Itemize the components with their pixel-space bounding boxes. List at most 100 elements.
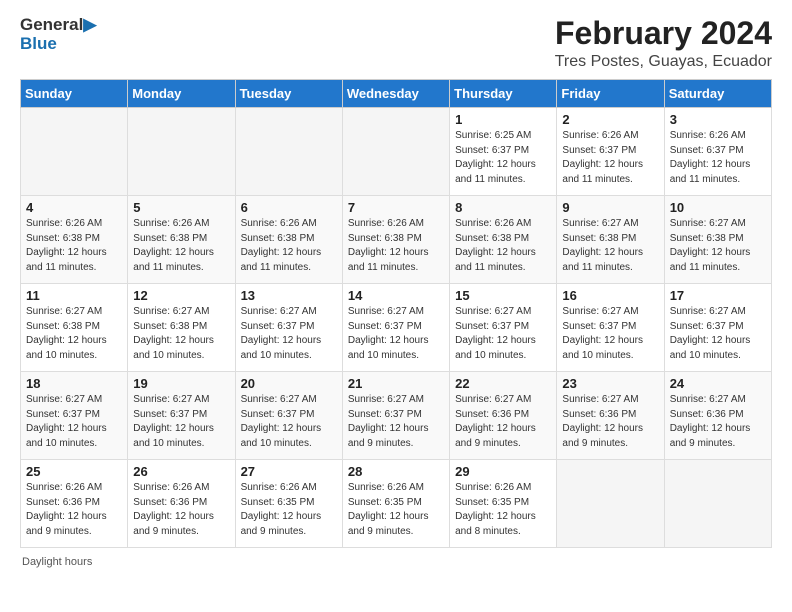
- calendar-week-2: 11 Sunrise: 6:27 AM Sunset: 6:38 PM Dayli…: [21, 284, 772, 372]
- day-info: Sunrise: 6:26 AM Sunset: 6:37 PM Dayligh…: [670, 129, 766, 187]
- calendar-cell: 22Sunrise: 6:27 AM Sunset: 6:36 PM Dayli…: [450, 372, 557, 460]
- day-number: 15: [455, 288, 551, 303]
- calendar-cell: 27 Sunrise: 6:26 AM Sunset: 6:35 PM Dayli…: [235, 460, 342, 548]
- location-title: Tres Postes, Guayas, Ecuador: [555, 53, 772, 71]
- day-info: Sunrise: 6:27 AM Sunset: 6:38 PM Dayligh…: [562, 217, 658, 275]
- day-number: 4: [26, 200, 122, 215]
- day-number: 1: [455, 112, 551, 127]
- day-info: Sunrise: 6:26 AM Sunset: 6:38 PM Dayligh…: [455, 217, 551, 275]
- calendar-cell: [21, 108, 128, 196]
- daylight-hours-label: Daylight hours: [22, 556, 92, 568]
- calendar-cell: 20 Sunrise: 6:27 AM Sunset: 6:37 PM Dayli…: [235, 372, 342, 460]
- calendar-cell: 26Sunrise: 6:26 AM Sunset: 6:36 PM Dayli…: [128, 460, 235, 548]
- calendar-cell: 14Sunrise: 6:27 AM Sunset: 6:37 PM Dayli…: [342, 284, 449, 372]
- calendar-cell: 2Sunrise: 6:26 AM Sunset: 6:37 PM Daylig…: [557, 108, 664, 196]
- day-info: Sunrise: 6:26 AM Sunset: 6:38 PM Dayligh…: [133, 217, 229, 275]
- title-area: February 2024 Tres Postes, Guayas, Ecuad…: [555, 16, 772, 71]
- day-number: 10: [670, 200, 766, 215]
- logo: General▶ Blue: [20, 16, 96, 53]
- calendar-cell: 1 Sunrise: 6:25 AM Sunset: 6:37 PM Daylig…: [450, 108, 557, 196]
- calendar-cell: 11 Sunrise: 6:27 AM Sunset: 6:38 PM Dayli…: [21, 284, 128, 372]
- day-info: Sunrise: 6:27 AM Sunset: 6:37 PM Dayligh…: [241, 305, 337, 363]
- calendar-week-1: 4 Sunrise: 6:26 AM Sunset: 6:38 PM Daylig…: [21, 196, 772, 284]
- day-number: 29: [455, 464, 551, 479]
- day-number: 16: [562, 288, 658, 303]
- day-info: Sunrise: 6:26 AM Sunset: 6:35 PM Dayligh…: [241, 481, 337, 539]
- day-number: 13: [241, 288, 337, 303]
- calendar-cell: 10Sunrise: 6:27 AM Sunset: 6:38 PM Dayli…: [664, 196, 771, 284]
- day-number: 17: [670, 288, 766, 303]
- col-friday: Friday: [557, 80, 664, 108]
- calendar-cell: 5 Sunrise: 6:26 AM Sunset: 6:38 PM Daylig…: [128, 196, 235, 284]
- calendar-cell: 24 Sunrise: 6:27 AM Sunset: 6:36 PM Dayli…: [664, 372, 771, 460]
- day-info: Sunrise: 6:26 AM Sunset: 6:36 PM Dayligh…: [26, 481, 122, 539]
- day-number: 11: [26, 288, 122, 303]
- col-monday: Monday: [128, 80, 235, 108]
- calendar-cell: [664, 460, 771, 548]
- day-info: Sunrise: 6:26 AM Sunset: 6:38 PM Dayligh…: [241, 217, 337, 275]
- month-title: February 2024: [555, 16, 772, 51]
- calendar-cell: 28Sunrise: 6:26 AM Sunset: 6:35 PM Dayli…: [342, 460, 449, 548]
- calendar-cell: 12 Sunrise: 6:27 AM Sunset: 6:38 PM Dayli…: [128, 284, 235, 372]
- calendar-week-4: 25 Sunrise: 6:26 AM Sunset: 6:36 PM Dayli…: [21, 460, 772, 548]
- day-number: 7: [348, 200, 444, 215]
- calendar-cell: 4Sunrise: 6:26 AM Sunset: 6:38 PM Daylig…: [21, 196, 128, 284]
- day-info: Sunrise: 6:27 AM Sunset: 6:36 PM Dayligh…: [562, 393, 658, 451]
- day-number: 8: [455, 200, 551, 215]
- calendar-cell: 3Sunrise: 6:26 AM Sunset: 6:37 PM Daylig…: [664, 108, 771, 196]
- col-saturday: Saturday: [664, 80, 771, 108]
- day-number: 26: [133, 464, 229, 479]
- day-number: 5: [133, 200, 229, 215]
- calendar-week-0: 1 Sunrise: 6:25 AM Sunset: 6:37 PM Daylig…: [21, 108, 772, 196]
- calendar-cell: 17 Sunrise: 6:27 AM Sunset: 6:37 PM Dayli…: [664, 284, 771, 372]
- calendar-cell: 8 Sunrise: 6:26 AM Sunset: 6:38 PM Daylig…: [450, 196, 557, 284]
- calendar-table: Sunday Monday Tuesday Wednesday Thursday…: [20, 79, 772, 548]
- calendar-week-3: 18 Sunrise: 6:27 AM Sunset: 6:37 PM Dayli…: [21, 372, 772, 460]
- day-number: 27: [241, 464, 337, 479]
- header-row: Sunday Monday Tuesday Wednesday Thursday…: [21, 80, 772, 108]
- day-info: Sunrise: 6:27 AM Sunset: 6:36 PM Dayligh…: [670, 393, 766, 451]
- day-info: Sunrise: 6:26 AM Sunset: 6:35 PM Dayligh…: [348, 481, 444, 539]
- calendar-cell: [342, 108, 449, 196]
- day-info: Sunrise: 6:27 AM Sunset: 6:37 PM Dayligh…: [26, 393, 122, 451]
- day-info: Sunrise: 6:27 AM Sunset: 6:37 PM Dayligh…: [670, 305, 766, 363]
- calendar-cell: 25 Sunrise: 6:26 AM Sunset: 6:36 PM Dayli…: [21, 460, 128, 548]
- page: General▶ Blue February 2024 Tres Postes,…: [0, 0, 792, 588]
- day-info: Sunrise: 6:27 AM Sunset: 6:37 PM Dayligh…: [241, 393, 337, 451]
- day-number: 6: [241, 200, 337, 215]
- col-wednesday: Wednesday: [342, 80, 449, 108]
- calendar-cell: 21Sunrise: 6:27 AM Sunset: 6:37 PM Dayli…: [342, 372, 449, 460]
- day-number: 20: [241, 376, 337, 391]
- logo-blue-text: ▶: [83, 15, 96, 34]
- day-info: Sunrise: 6:27 AM Sunset: 6:37 PM Dayligh…: [562, 305, 658, 363]
- day-number: 14: [348, 288, 444, 303]
- calendar-cell: 16 Sunrise: 6:27 AM Sunset: 6:37 PM Dayli…: [557, 284, 664, 372]
- calendar-header: Sunday Monday Tuesday Wednesday Thursday…: [21, 80, 772, 108]
- day-number: 24: [670, 376, 766, 391]
- day-number: 18: [26, 376, 122, 391]
- day-info: Sunrise: 6:26 AM Sunset: 6:35 PM Dayligh…: [455, 481, 551, 539]
- logo-text: General▶ Blue: [20, 16, 96, 53]
- calendar-cell: 13 Sunrise: 6:27 AM Sunset: 6:37 PM Dayli…: [235, 284, 342, 372]
- day-info: Sunrise: 6:27 AM Sunset: 6:37 PM Dayligh…: [133, 393, 229, 451]
- day-number: 19: [133, 376, 229, 391]
- day-number: 9: [562, 200, 658, 215]
- calendar-cell: 9 Sunrise: 6:27 AM Sunset: 6:38 PM Daylig…: [557, 196, 664, 284]
- day-info: Sunrise: 6:25 AM Sunset: 6:37 PM Dayligh…: [455, 129, 551, 187]
- calendar-cell: [557, 460, 664, 548]
- day-number: 2: [562, 112, 658, 127]
- day-info: Sunrise: 6:27 AM Sunset: 6:38 PM Dayligh…: [26, 305, 122, 363]
- calendar-cell: 29 Sunrise: 6:26 AM Sunset: 6:35 PM Dayli…: [450, 460, 557, 548]
- col-sunday: Sunday: [21, 80, 128, 108]
- day-info: Sunrise: 6:27 AM Sunset: 6:38 PM Dayligh…: [133, 305, 229, 363]
- col-tuesday: Tuesday: [235, 80, 342, 108]
- day-number: 25: [26, 464, 122, 479]
- calendar-cell: [128, 108, 235, 196]
- col-thursday: Thursday: [450, 80, 557, 108]
- day-number: 12: [133, 288, 229, 303]
- day-number: 21: [348, 376, 444, 391]
- calendar-cell: 6 Sunrise: 6:26 AM Sunset: 6:38 PM Daylig…: [235, 196, 342, 284]
- calendar-cell: [235, 108, 342, 196]
- day-info: Sunrise: 6:26 AM Sunset: 6:38 PM Dayligh…: [348, 217, 444, 275]
- calendar-cell: 7 Sunrise: 6:26 AM Sunset: 6:38 PM Daylig…: [342, 196, 449, 284]
